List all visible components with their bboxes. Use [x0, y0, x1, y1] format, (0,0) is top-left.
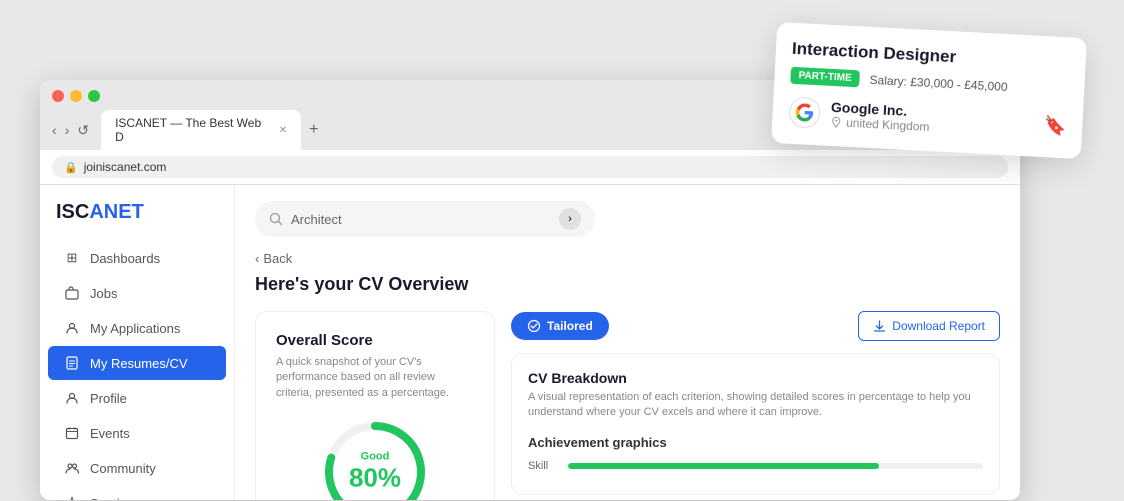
page-title: Here's your CV Overview [255, 274, 1000, 295]
sidebar: ISCANET ⊞ Dashboards Jobs [40, 185, 235, 500]
sidebar-label-applications: My Applications [90, 321, 180, 336]
location-text: united Kingdom [846, 116, 930, 134]
job-meta: PART-TIME Salary: £30,000 - £45,000 [790, 67, 1069, 99]
bookmark-icon[interactable]: 🔖 [1043, 115, 1066, 137]
action-bar: Tailored Download Report [511, 311, 1000, 341]
company-info: Google Inc. united Kingdom [830, 99, 1035, 140]
close-button[interactable] [52, 90, 64, 102]
address-bar[interactable]: 🔒 joiniscanet.com [52, 156, 1008, 178]
sidebar-item-services[interactable]: Services [48, 486, 226, 500]
breakdown-card: CV Breakdown A visual representation of … [511, 353, 1000, 495]
back-button[interactable]: ‹ Back [255, 251, 1000, 266]
score-inner: Good 80% [349, 451, 401, 494]
sidebar-label-profile: Profile [90, 391, 127, 406]
download-icon [873, 320, 886, 333]
sidebar-item-profile[interactable]: Profile [48, 381, 226, 415]
url-text: joiniscanet.com [84, 160, 167, 174]
skill-bar-background [568, 463, 983, 469]
events-icon [64, 425, 80, 441]
dashboards-icon: ⊞ [64, 250, 80, 266]
breakdown-description: A visual representation of each criterio… [528, 390, 983, 421]
sidebar-label-events: Events [90, 426, 130, 441]
score-circle-wrapper: Good 80% [276, 417, 474, 500]
refresh-icon[interactable]: ↺ [77, 122, 89, 139]
content-grid: Overall Score A quick snapshot of your C… [255, 311, 1000, 500]
back-nav-icon[interactable]: ‹ [52, 122, 57, 138]
logo-text-blue: ANET [89, 201, 143, 223]
sidebar-item-events[interactable]: Events [48, 416, 226, 450]
skill-label: Skill [528, 460, 558, 472]
sidebar-label-services: Services [90, 496, 140, 501]
maximize-button[interactable] [88, 90, 100, 102]
right-panel: Tailored Download Report CV Breakdow [511, 311, 1000, 500]
salary: Salary: £30,000 - £45,000 [869, 72, 1008, 93]
company-row: Google Inc. united Kingdom 🔖 [788, 96, 1067, 143]
score-description: A quick snapshot of your CV's performanc… [276, 355, 474, 401]
new-tab-button[interactable]: + [305, 121, 322, 139]
address-bar-row: 🔒 joiniscanet.com [40, 150, 1020, 185]
salary-range: 30,000 - £45,000 [917, 75, 1008, 94]
sidebar-label-dashboards: Dashboards [90, 251, 160, 266]
sidebar-label-community: Community [90, 461, 156, 476]
sidebar-item-jobs[interactable]: Jobs [48, 276, 226, 310]
tab-close-icon[interactable]: ✕ [279, 125, 287, 136]
search-bar[interactable]: › [255, 201, 595, 237]
score-card: Overall Score A quick snapshot of your C… [255, 311, 495, 500]
forward-nav-icon[interactable]: › [65, 122, 70, 138]
nav-icons: ‹ › ↺ [52, 122, 89, 139]
logo-text-black: ISC [56, 201, 89, 223]
search-icon [269, 212, 283, 226]
minimize-button[interactable] [70, 90, 82, 102]
skill-row: Skill [528, 460, 983, 472]
score-value: 80% [349, 463, 401, 494]
location-icon [830, 116, 843, 129]
achievement-title: Achievement graphics [528, 435, 983, 450]
lock-icon: 🔒 [64, 161, 78, 174]
google-logo [788, 96, 822, 130]
score-circle: Good 80% [320, 417, 430, 500]
search-submit-button[interactable]: › [559, 208, 581, 230]
back-chevron-icon: ‹ [255, 251, 259, 266]
applications-icon [64, 320, 80, 336]
community-icon [64, 460, 80, 476]
back-label: Back [263, 251, 292, 266]
jobs-icon [64, 285, 80, 301]
score-label: Good [349, 451, 401, 463]
logo: ISCANET [40, 201, 234, 240]
sidebar-label-resumes: My Resumes/CV [90, 356, 188, 371]
tab-title: ISCANET — The Best Web D [115, 116, 273, 144]
salary-prefix: Salary: £ [869, 72, 917, 88]
job-card: Interaction Designer PART-TIME Salary: £… [771, 22, 1087, 159]
services-icon [64, 495, 80, 500]
tailored-button[interactable]: Tailored [511, 312, 609, 340]
download-button[interactable]: Download Report [858, 311, 1000, 341]
skill-bar-fill [568, 463, 879, 469]
profile-icon [64, 390, 80, 406]
sidebar-item-my-applications[interactable]: My Applications [48, 311, 226, 345]
download-btn-label: Download Report [892, 319, 985, 333]
page-content: ISCANET ⊞ Dashboards Jobs [40, 185, 1020, 500]
breakdown-title: CV Breakdown [528, 370, 983, 386]
main-content: › ‹ Back Here's your CV Overview Overall… [235, 185, 1020, 500]
part-time-badge: PART-TIME [790, 67, 860, 88]
tailored-btn-label: Tailored [547, 319, 593, 333]
browser-tab[interactable]: ISCANET — The Best Web D ✕ [101, 110, 301, 150]
sidebar-item-my-resumes[interactable]: My Resumes/CV [48, 346, 226, 380]
score-title: Overall Score [276, 332, 474, 349]
sidebar-label-jobs: Jobs [90, 286, 117, 301]
resumes-icon [64, 355, 80, 371]
sidebar-item-community[interactable]: Community [48, 451, 226, 485]
search-input[interactable] [291, 212, 551, 227]
sidebar-item-dashboards[interactable]: ⊞ Dashboards [48, 241, 226, 275]
tailored-icon [527, 319, 541, 333]
